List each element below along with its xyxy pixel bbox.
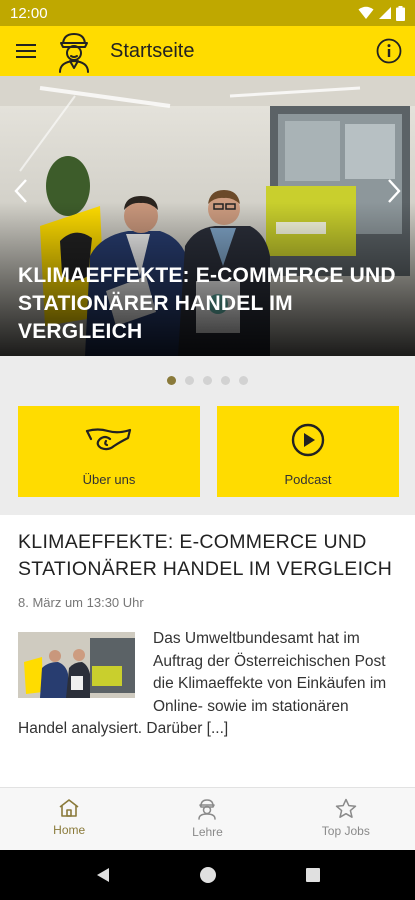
play-circle-icon [291,422,325,458]
nav-item-top-jobs[interactable]: Top Jobs [277,788,415,850]
wifi-icon [358,6,374,19]
page-title: Startseite [110,39,195,62]
hamburger-menu-icon[interactable] [0,26,52,76]
signal-icon [379,7,391,19]
home-icon [59,799,79,817]
hero-headline[interactable]: KLIMAEFFEKTE: E-COMMERCE UND STATIONÄRER… [18,262,403,346]
back-icon[interactable] [94,866,112,884]
status-bar: 12:00 [0,0,415,26]
app-bar: Startseite [0,26,415,76]
podcast-label: Podcast [284,472,332,487]
nav-item-lehre[interactable]: Lehre [138,788,276,850]
status-icons [358,5,405,21]
home-circle-icon[interactable] [199,866,217,884]
carousel-next-icon[interactable] [377,171,411,211]
system-navigation-bar [0,850,415,900]
carousel-pagination [0,376,415,385]
nav-label-lehre: Lehre [192,825,223,839]
nav-label-top-jobs: Top Jobs [321,824,370,838]
article-body: Das Umweltbundesamt hat im Auftrag der Ö… [18,628,397,741]
info-icon[interactable] [363,26,415,76]
article-card[interactable]: KLIMAEFFEKTE: E-COMMERCE UND STATIONÄRER… [0,515,415,787]
battery-icon [396,5,405,21]
status-time: 12:00 [10,4,48,22]
article-date: 8. März um 13:30 Uhr [18,595,144,610]
carousel-prev-icon[interactable] [4,171,38,211]
about-us-tile[interactable]: Über uns [18,406,200,497]
nav-label-home: Home [53,823,86,837]
carousel-dot[interactable] [239,376,248,385]
article-title[interactable]: KLIMAEFFEKTE: E-COMMERCE UND STATIONÄRER… [18,529,397,583]
carousel-dot[interactable] [203,376,212,385]
article-thumbnail[interactable] [18,632,135,698]
mascot-avatar-icon [52,26,96,76]
star-icon [335,798,357,818]
hero-carousel[interactable]: KLIMAEFFEKTE: E-COMMERCE UND STATIONÄRER… [0,76,415,356]
about-us-label: Über uns [82,472,136,487]
podcast-tile[interactable]: Podcast [217,406,399,497]
apprentice-icon [198,799,217,820]
post-horn-icon [84,422,134,458]
recents-icon[interactable] [305,867,321,883]
nav-item-home[interactable]: Home [0,788,138,850]
carousel-dot[interactable] [185,376,194,385]
bottom-navigation: Home Lehre Top Jobs [0,787,415,850]
carousel-dot[interactable] [221,376,230,385]
carousel-dot[interactable] [167,376,176,385]
